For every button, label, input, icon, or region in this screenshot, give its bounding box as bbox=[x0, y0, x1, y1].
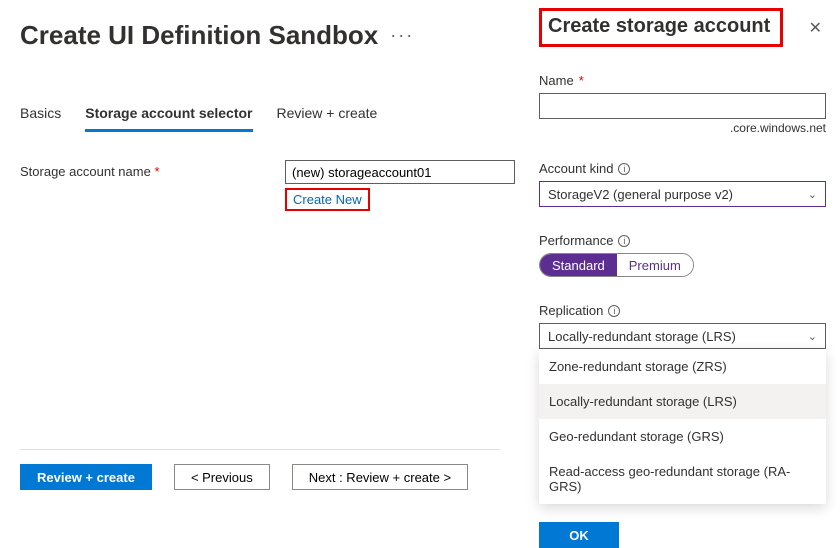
name-input[interactable] bbox=[539, 93, 826, 119]
create-storage-flyout: Create storage account ✕ Name * .core.wi… bbox=[525, 0, 840, 508]
performance-toggle: Standard Premium bbox=[539, 253, 694, 277]
replication-option-lrs[interactable]: Locally-redundant storage (LRS) bbox=[539, 384, 826, 419]
next-button[interactable]: Next : Review + create > bbox=[292, 464, 468, 490]
replication-label-text: Replication bbox=[539, 303, 603, 318]
tab-review[interactable]: Review + create bbox=[277, 99, 378, 132]
chevron-down-icon: ⌄ bbox=[808, 188, 817, 201]
name-suffix-hint: .core.windows.net bbox=[539, 121, 826, 135]
info-icon[interactable]: i bbox=[608, 305, 620, 317]
name-field-label: Name * bbox=[539, 73, 826, 88]
required-asterisk: * bbox=[154, 164, 159, 179]
performance-premium[interactable]: Premium bbox=[617, 254, 693, 276]
flyout-title: Create storage account bbox=[539, 8, 783, 47]
performance-label: Performance i bbox=[539, 233, 826, 248]
previous-button[interactable]: < Previous bbox=[174, 464, 270, 490]
replication-option-zrs[interactable]: Zone-redundant storage (ZRS) bbox=[539, 349, 826, 384]
storage-name-label-text: Storage account name bbox=[20, 164, 151, 179]
storage-name-label: Storage account name * bbox=[20, 160, 285, 179]
page-title: Create UI Definition Sandbox bbox=[20, 20, 378, 51]
ok-button[interactable]: OK bbox=[539, 522, 619, 548]
replication-label: Replication i bbox=[539, 303, 826, 318]
account-kind-select[interactable]: StorageV2 (general purpose v2) ⌄ bbox=[539, 181, 826, 207]
info-icon[interactable]: i bbox=[618, 163, 630, 175]
create-new-link[interactable]: Create New bbox=[285, 188, 370, 211]
more-menu-icon[interactable]: ··· bbox=[390, 25, 414, 46]
review-create-button[interactable]: Review + create bbox=[20, 464, 152, 490]
wizard-footer: Review + create < Previous Next : Review… bbox=[20, 449, 500, 490]
performance-label-text: Performance bbox=[539, 233, 613, 248]
name-label-text: Name bbox=[539, 73, 574, 88]
account-kind-label: Account kind i bbox=[539, 161, 826, 176]
replication-value: Locally-redundant storage (LRS) bbox=[548, 329, 736, 344]
account-kind-label-text: Account kind bbox=[539, 161, 613, 176]
storage-name-input[interactable] bbox=[285, 160, 515, 184]
tab-bar: Basics Storage account selector Review +… bbox=[20, 99, 520, 132]
close-icon[interactable]: ✕ bbox=[805, 18, 826, 38]
performance-standard[interactable]: Standard bbox=[540, 254, 617, 276]
info-icon[interactable]: i bbox=[618, 235, 630, 247]
replication-option-grs[interactable]: Geo-redundant storage (GRS) bbox=[539, 419, 826, 454]
tab-basics[interactable]: Basics bbox=[20, 99, 61, 132]
required-asterisk: * bbox=[579, 73, 584, 88]
tab-storage-selector[interactable]: Storage account selector bbox=[85, 99, 252, 132]
account-kind-value: StorageV2 (general purpose v2) bbox=[548, 187, 733, 202]
replication-option-ragrs[interactable]: Read-access geo-redundant storage (RA-GR… bbox=[539, 454, 826, 504]
replication-select[interactable]: Locally-redundant storage (LRS) ⌄ bbox=[539, 323, 826, 349]
replication-dropdown: Zone-redundant storage (ZRS) Locally-red… bbox=[539, 349, 826, 504]
chevron-down-icon: ⌄ bbox=[808, 330, 817, 343]
